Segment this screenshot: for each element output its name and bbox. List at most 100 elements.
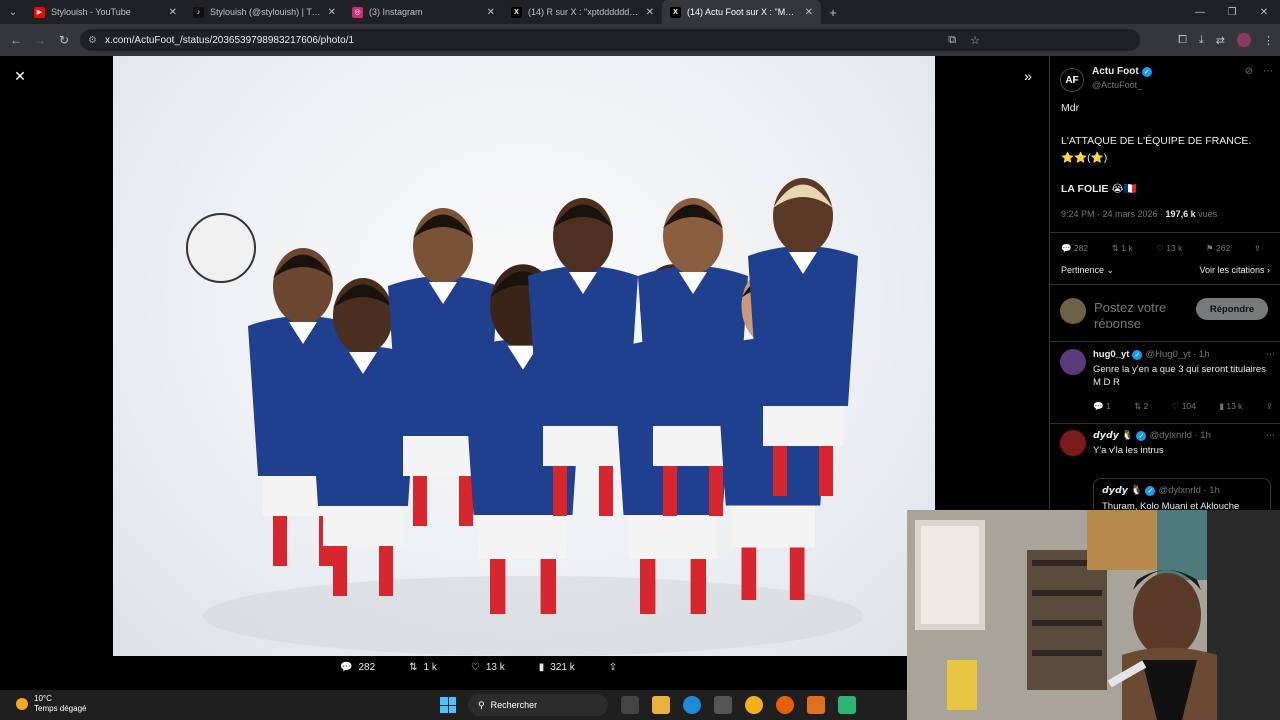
- post-reply-button[interactable]: 💬 282: [1061, 243, 1088, 254]
- forward-icon[interactable]: →: [28, 24, 52, 56]
- photo-viewer: ✕ » 💬 282 ⇅ 1 k ♡ 13 k ▮ 321 k ⇪: [0, 56, 1048, 690]
- weather-widget[interactable]: 10°C Temps dégagé: [16, 694, 86, 714]
- back-icon[interactable]: ←: [4, 24, 28, 56]
- install-app-icon[interactable]: ⧉: [948, 34, 956, 47]
- close-window-icon[interactable]: ✕: [1248, 0, 1280, 24]
- quote-author-handle: @dylxnrld · 1h: [1158, 485, 1220, 496]
- reply-avatar[interactable]: [1060, 430, 1086, 456]
- reply-author-handle[interactable]: @Hug0_yt · 1h: [1145, 349, 1209, 360]
- author-avatar[interactable]: AF: [1060, 68, 1084, 92]
- browser-tab[interactable]: X (14) Actu Foot sur X : "Mdr L'AT ✕: [662, 0, 821, 24]
- divider: [1050, 423, 1280, 424]
- chevron-down-icon: ⌄: [1106, 265, 1115, 275]
- firefox-icon[interactable]: [776, 696, 794, 714]
- verified-icon: ✓: [1136, 430, 1147, 441]
- reply-avatar[interactable]: [1060, 349, 1086, 375]
- new-tab-button[interactable]: +: [821, 5, 845, 20]
- browser-toolbar: ← → ↻ ⚙ x.com/ActuFoot_/status/203653979…: [0, 24, 1280, 56]
- quoted-post[interactable]: 𝙙𝙮𝙙𝙮 🐧 ✓ @dylxnrld · 1h Thuram, Kolo Muani…: [1093, 478, 1271, 510]
- browser-tab[interactable]: X (14) R sur X : "xptddddddddddd ✕: [503, 0, 662, 24]
- reply-icon: 💬: [340, 662, 353, 673]
- author-name[interactable]: Actu Foot ✓: [1092, 66, 1152, 77]
- taskbar-search[interactable]: ⚲ Rechercher: [468, 694, 608, 716]
- restore-icon[interactable]: ❐: [1216, 0, 1248, 24]
- post-bookmark-count: 262: [1215, 243, 1231, 253]
- file-explorer-icon[interactable]: [652, 696, 670, 714]
- tab-close-icon[interactable]: ✕: [487, 7, 495, 18]
- edge-icon[interactable]: [683, 696, 701, 714]
- reply-like-button[interactable]: ♡ 104: [1172, 401, 1196, 412]
- reply-item[interactable]: 𝙙𝙮𝙙𝙮 🐧 ✓ @dylxnrld · 1h ⋯ Y'a v'la les int…: [1060, 430, 1275, 510]
- post-timestamp[interactable]: 9:24 PM · 24 mars 2026 · 197,6 k vues: [1061, 209, 1217, 219]
- more-icon[interactable]: ⋯: [1266, 349, 1275, 360]
- reply-author-name[interactable]: 𝙙𝙮𝙙𝙮 🐧: [1093, 430, 1133, 441]
- reply-repost-button[interactable]: ⇅ 2: [1134, 401, 1148, 412]
- post-text-line: ⭐⭐(⭐): [1061, 152, 1108, 164]
- close-icon[interactable]: ✕: [10, 66, 30, 86]
- reply-author-name[interactable]: hug0_yt: [1093, 349, 1129, 360]
- tab-close-icon[interactable]: ✕: [646, 7, 654, 18]
- task-view-icon[interactable]: [621, 696, 639, 714]
- post-share-button[interactable]: ⇪: [1254, 243, 1261, 254]
- app-icon[interactable]: [838, 696, 856, 714]
- extensions-icon[interactable]: ⧠: [1178, 34, 1187, 47]
- post-text-line: Mdr: [1061, 102, 1080, 114]
- browser-tab[interactable]: ♪ Stylouish (@stylouish) | TikTok ✕: [185, 0, 344, 24]
- view-quotes-link[interactable]: Voir les citations ›: [1199, 265, 1270, 275]
- tab-close-icon[interactable]: ✕: [328, 7, 336, 18]
- reply-like-count: 104: [1181, 401, 1196, 411]
- reply-action[interactable]: 💬 282: [340, 662, 375, 673]
- post-reply-count: 282: [1073, 243, 1089, 253]
- profile-avatar[interactable]: [1237, 33, 1251, 47]
- reply-item[interactable]: hug0_yt ✓ @Hug0_yt · 1h ⋯ Genre la y'en a …: [1060, 349, 1275, 419]
- sort-label: Pertinence: [1061, 265, 1105, 275]
- translate-icon[interactable]: ⇄: [1216, 34, 1225, 47]
- tab-close-icon[interactable]: ✕: [805, 7, 813, 18]
- start-windows-icon[interactable]: [440, 697, 456, 713]
- more-icon[interactable]: ⋯: [1266, 430, 1275, 441]
- like-action[interactable]: ♡ 13 k: [471, 662, 505, 673]
- minimize-icon[interactable]: —: [1184, 0, 1216, 24]
- store-icon[interactable]: [714, 696, 732, 714]
- post-like-count: 13 k: [1166, 243, 1183, 253]
- reply-text: Genre la y'en a que 3 qui seront titulai…: [1093, 364, 1266, 388]
- reply-author-handle[interactable]: @dylxnrld · 1h: [1149, 430, 1210, 441]
- reply-share-button[interactable]: ⇪: [1266, 401, 1273, 412]
- grok-icon[interactable]: ⊘: [1245, 66, 1253, 77]
- views-action[interactable]: ▮ 321 k: [539, 662, 575, 673]
- verified-icon: ✓: [1145, 485, 1156, 496]
- reply-repost-count: 2: [1143, 401, 1149, 411]
- share-action[interactable]: ⇪: [609, 662, 617, 673]
- download-icon[interactable]: ⤓: [1199, 34, 1204, 47]
- vlc-icon[interactable]: [807, 696, 825, 714]
- chrome-icon[interactable]: [745, 696, 763, 714]
- sort-dropdown[interactable]: Pertinence ⌄: [1061, 265, 1114, 276]
- post-text-line: L'ATTAQUE DE L'ÉQUIPE DE FRANCE.: [1061, 135, 1252, 147]
- post-repost-button[interactable]: ⇅ 1 k: [1112, 243, 1133, 254]
- reload-icon[interactable]: ↻: [52, 24, 76, 56]
- like-count: 13 k: [485, 662, 505, 673]
- search-icon: ⚲: [478, 699, 485, 710]
- reply-views-button[interactable]: ▮ 13 k: [1219, 401, 1242, 412]
- site-info-icon[interactable]: ⚙: [88, 35, 97, 46]
- repost-action[interactable]: ⇅ 1 k: [409, 662, 437, 673]
- browser-tab[interactable]: ▶ Stylouish - YouTube ✕: [26, 0, 185, 24]
- reply-button[interactable]: Répondre: [1196, 298, 1268, 320]
- post-bookmark-button[interactable]: ⚑ 262: [1206, 243, 1230, 254]
- collapse-sidebar-icon[interactable]: »: [1018, 66, 1038, 86]
- post-like-button[interactable]: ♡ 13 k: [1156, 243, 1182, 254]
- repost-icon: ⇅: [409, 662, 418, 673]
- team-photo: [113, 56, 935, 656]
- browser-menu-icon[interactable]: ⋮: [1263, 34, 1274, 47]
- tab-search-icon[interactable]: ⌄: [0, 0, 26, 24]
- reply-reply-button[interactable]: 💬 1: [1093, 401, 1111, 412]
- reply-input[interactable]: Postez votre réponse: [1094, 300, 1194, 328]
- photo-action-bar: 💬 282 ⇅ 1 k ♡ 13 k ▮ 321 k ⇪: [340, 662, 617, 673]
- bookmark-star-icon[interactable]: ☆: [970, 34, 980, 47]
- tab-close-icon[interactable]: ✕: [169, 7, 177, 18]
- browser-tab[interactable]: ◎ (3) Instagram ✕: [344, 0, 503, 24]
- author-handle[interactable]: @ActuFoot_: [1092, 80, 1142, 90]
- address-bar[interactable]: ⚙ x.com/ActuFoot_/status/203653979898321…: [80, 29, 1140, 51]
- weather-desc: Temps dégagé: [34, 704, 87, 713]
- more-icon[interactable]: ⋯: [1263, 66, 1273, 77]
